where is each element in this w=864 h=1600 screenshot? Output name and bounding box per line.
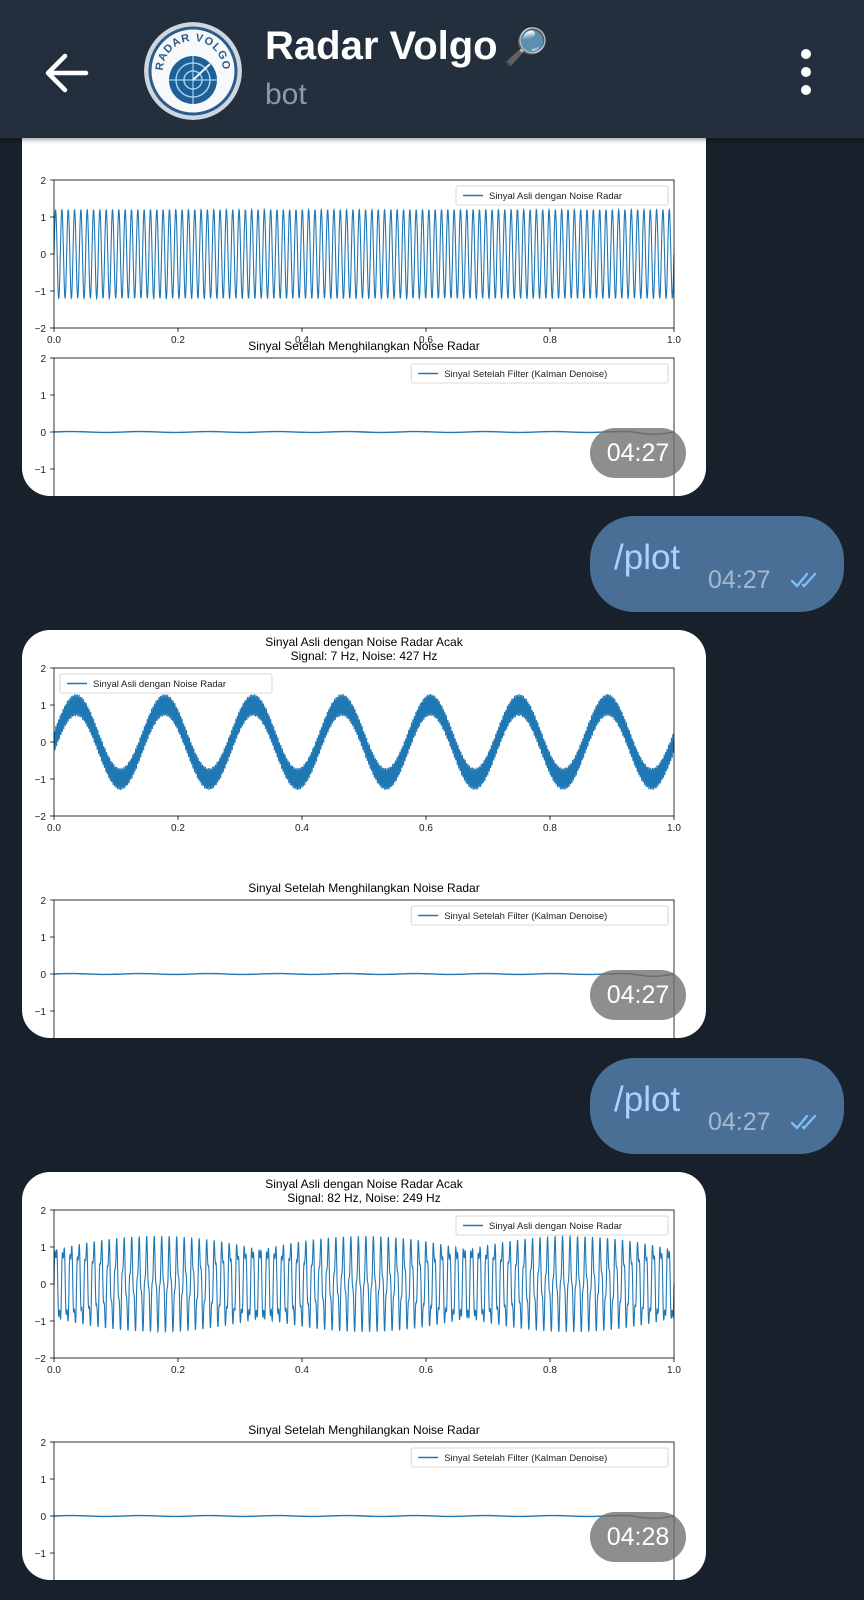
x-tick-label: 0.0 — [47, 823, 61, 834]
x-tick-label: 0.2 — [171, 335, 185, 346]
outgoing-message-1[interactable]: /plot 04:27 — [590, 516, 844, 612]
image-message-2[interactable]: Sinyal Asli dengan Noise Radar Acak Signa… — [22, 630, 706, 1038]
y-tick-label: −1 — [35, 775, 47, 786]
x-tick-label: 0.8 — [543, 335, 557, 346]
series-line — [53, 693, 675, 791]
chart-3: Sinyal Asli dengan Noise Radar AcakSigna… — [35, 635, 682, 834]
x-tick-label: 0.6 — [419, 1365, 433, 1376]
chart-title: Sinyal Asli dengan Noise Radar Acak — [265, 1177, 463, 1191]
more-vertical-icon[interactable] — [786, 46, 826, 98]
y-tick-label: 2 — [40, 354, 46, 365]
y-tick-label: 2 — [40, 664, 46, 675]
series-line — [53, 1514, 675, 1519]
legend-label: Sinyal Asli dengan Noise Radar — [93, 679, 226, 690]
y-tick-label: 0 — [40, 1280, 46, 1291]
image-message-3[interactable]: Sinyal Asli dengan Noise Radar Acak Signa… — [22, 1172, 706, 1580]
y-tick-label: −2 — [35, 812, 47, 823]
chat-subtitle: bot — [265, 78, 307, 111]
y-tick-label: 2 — [40, 1206, 46, 1217]
series-line — [53, 972, 675, 977]
legend-label: Sinyal Asli dengan Noise Radar — [489, 191, 622, 202]
y-tick-label: −2 — [35, 1354, 47, 1365]
x-tick-label: 1.0 — [667, 823, 681, 834]
y-tick-label: 0 — [40, 428, 46, 439]
message-time: 04:28 — [590, 1512, 686, 1562]
y-tick-label: 0 — [40, 970, 46, 981]
y-tick-label: 1 — [40, 701, 46, 712]
chart-5: Sinyal Asli dengan Noise Radar AcakSigna… — [35, 1177, 682, 1376]
magnifier-icon: 🔎 — [503, 26, 549, 67]
x-tick-label: 1.0 — [667, 335, 681, 346]
y-tick-label: 1 — [40, 391, 46, 402]
x-tick-label: 0.8 — [543, 1365, 557, 1376]
message-time: 04:27 — [590, 428, 686, 478]
series-line — [53, 1234, 675, 1334]
chat-title: Radar Volgo 🔎 — [265, 24, 549, 68]
x-tick-label: 0.4 — [295, 823, 309, 834]
outgoing-message-2[interactable]: /plot 04:27 — [590, 1058, 844, 1154]
y-tick-label: 2 — [40, 1438, 46, 1449]
y-tick-label: 1 — [40, 933, 46, 944]
x-tick-label: 0.8 — [543, 823, 557, 834]
legend-label: Sinyal Setelah Filter (Kalman Denoise) — [444, 911, 607, 922]
y-tick-label: −2 — [35, 324, 47, 335]
y-tick-label: 0 — [40, 738, 46, 749]
chart-title: Sinyal Setelah Menghilangkan Noise Radar — [248, 1423, 479, 1437]
x-tick-label: 0.2 — [171, 823, 185, 834]
y-tick-label: −1 — [35, 465, 47, 476]
chart-title: Sinyal Setelah Menghilangkan Noise Radar — [248, 339, 479, 353]
message-text: /plot — [614, 538, 681, 577]
y-tick-label: 2 — [40, 176, 46, 187]
chart-2: Sinyal Setelah Menghilangkan Noise Radar… — [35, 339, 675, 496]
y-tick-label: −1 — [35, 1007, 47, 1018]
message-text: /plot — [614, 1080, 681, 1119]
y-tick-label: −1 — [35, 287, 47, 298]
y-tick-label: 2 — [40, 896, 46, 907]
x-tick-label: 1.0 — [667, 1365, 681, 1376]
read-ticks-icon — [790, 572, 817, 588]
message-time: 04:27 — [708, 1108, 771, 1136]
read-ticks-icon — [790, 1114, 817, 1130]
series-line — [53, 207, 675, 301]
y-tick-label: −1 — [35, 1549, 47, 1560]
x-tick-label: 0.2 — [171, 1365, 185, 1376]
chart-6: Sinyal Setelah Menghilangkan Noise Radar… — [35, 1423, 675, 1580]
legend-label: Sinyal Setelah Filter (Kalman Denoise) — [444, 369, 607, 380]
image-message-1[interactable]: 0.0 0.2 0.4 0.6 0.8 1.0 2 1 0 −1 −2 Sinyal Asli den… — [22, 112, 706, 496]
message-time: 04:27 — [708, 566, 771, 594]
y-tick-label: 0 — [40, 250, 46, 261]
series-line — [53, 430, 675, 435]
x-tick-label: 0.0 — [47, 1365, 61, 1376]
chart-1: 0.0 0.2 0.4 0.6 0.8 1.0210−1−2Sinyal Asli den… — [35, 176, 682, 346]
chart-subtitle: Signal: 7 Hz, Noise: 427 Hz — [291, 649, 438, 663]
chart-title: Sinyal Asli dengan Noise Radar Acak — [265, 635, 463, 649]
legend-label: Sinyal Setelah Filter (Kalman Denoise) — [444, 1453, 607, 1464]
x-tick-label: 0.4 — [295, 1365, 309, 1376]
chat-header: RADAR VOLGO Radar Volgo 🔎 bot — [0, 0, 864, 138]
chart-title: Sinyal Setelah Menghilangkan Noise Radar — [248, 881, 479, 895]
x-tick-label: 0.0 — [47, 335, 61, 346]
y-tick-label: −1 — [35, 1317, 47, 1328]
back-arrow-icon[interactable] — [38, 48, 94, 98]
y-tick-label: 0 — [40, 1512, 46, 1523]
legend-label: Sinyal Asli dengan Noise Radar — [489, 1221, 622, 1232]
chart-subtitle: Signal: 82 Hz, Noise: 249 Hz — [287, 1191, 440, 1205]
y-tick-label: 1 — [40, 1243, 46, 1254]
y-tick-label: 1 — [40, 213, 46, 224]
message-time: 04:27 — [590, 970, 686, 1020]
radar-logo: RADAR VOLGO — [144, 22, 242, 120]
x-tick-label: 0.6 — [419, 823, 433, 834]
y-tick-label: 1 — [40, 1475, 46, 1486]
avatar[interactable]: RADAR VOLGO — [144, 22, 242, 120]
chart-4: Sinyal Setelah Menghilangkan Noise Radar… — [35, 881, 675, 1038]
